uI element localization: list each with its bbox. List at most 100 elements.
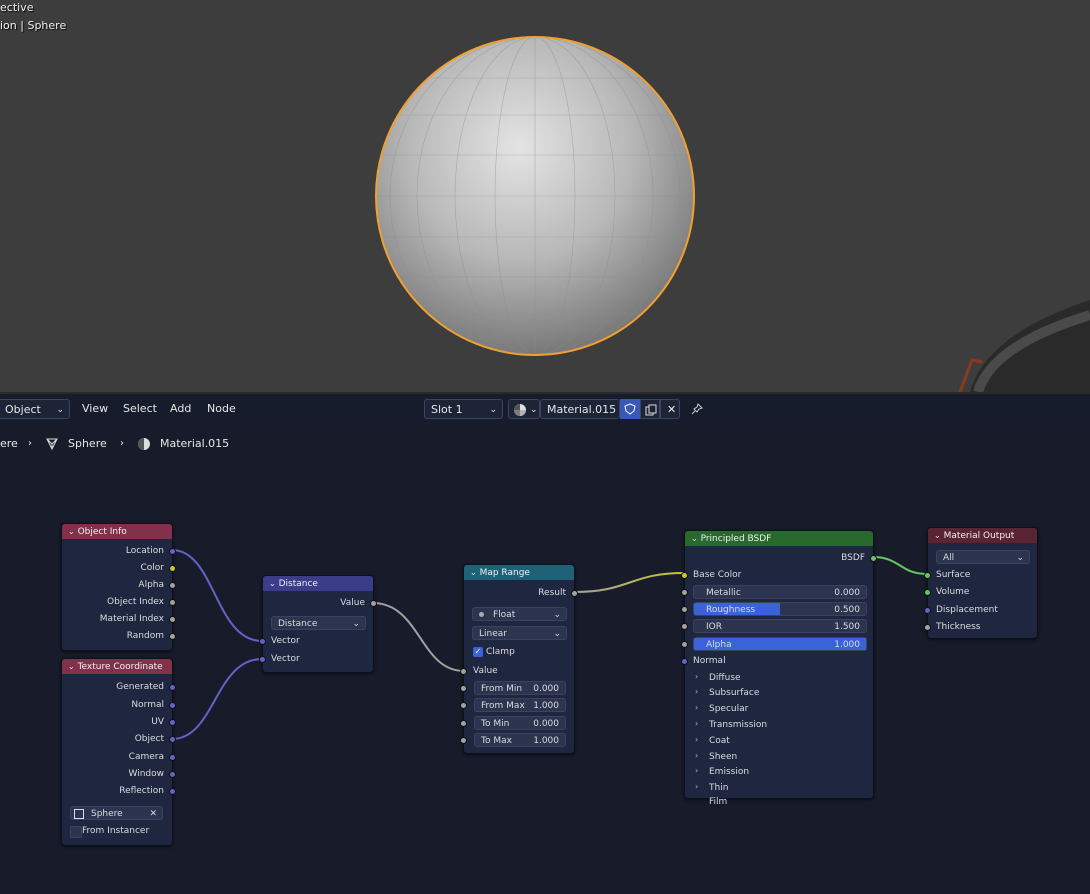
operation-label: Distance bbox=[278, 619, 318, 629]
socket-color[interactable] bbox=[169, 565, 176, 572]
slot-dropdown[interactable]: Slot 1 ⌄ bbox=[424, 399, 503, 419]
node-header[interactable]: ⌄ Principled BSDF bbox=[685, 531, 873, 546]
socket-camera[interactable] bbox=[169, 754, 176, 761]
node-distance[interactable]: ⌄ Distance Value Distance ⌄ Vector Vecto… bbox=[259, 575, 377, 673]
socket-bsdf[interactable] bbox=[870, 555, 877, 562]
socket-vector-b[interactable] bbox=[259, 656, 266, 663]
socket-from-min[interactable] bbox=[460, 685, 467, 692]
node-map-range[interactable]: ⌄ Map Range Result Float ⌄ Linear ⌄ ✓ Cl… bbox=[460, 564, 578, 754]
output-camera: Camera bbox=[128, 752, 164, 762]
shield-icon bbox=[624, 403, 636, 415]
node-object-info[interactable]: ⌄ Object Info Location Color Alpha Objec… bbox=[61, 523, 176, 651]
socket-normal[interactable] bbox=[681, 658, 688, 665]
new-material-button[interactable] bbox=[640, 399, 660, 419]
menu-select[interactable]: Select bbox=[123, 399, 157, 419]
from-instancer-checkbox[interactable] bbox=[70, 826, 82, 838]
socket-reflection[interactable] bbox=[169, 788, 176, 795]
ior-field[interactable]: IOR 1.500 bbox=[693, 619, 867, 633]
to-max-field[interactable]: To Max 1.000 bbox=[474, 733, 566, 747]
mode-dropdown[interactable]: Object ⌄ bbox=[0, 399, 70, 419]
node-header[interactable]: ⌄ Distance bbox=[263, 576, 373, 591]
interpolation-dropdown[interactable]: Linear ⌄ bbox=[472, 626, 567, 640]
metallic-label: Metallic bbox=[706, 588, 741, 598]
data-type-dropdown[interactable]: Float ⌄ bbox=[472, 607, 567, 621]
chevron-right-icon: › bbox=[695, 687, 699, 696]
3d-viewport[interactable]: ective ion | Sphere bbox=[0, 0, 1090, 392]
chevron-down-icon: ⌄ bbox=[470, 568, 477, 577]
object-field[interactable]: Sphere ✕ bbox=[70, 806, 163, 820]
socket-object[interactable] bbox=[169, 736, 176, 743]
node-header[interactable]: ⌄ Object Info bbox=[62, 524, 172, 539]
link-value-value bbox=[372, 602, 465, 672]
from-min-field[interactable]: From Min 0.000 bbox=[474, 681, 566, 695]
socket-window[interactable] bbox=[169, 771, 176, 778]
socket-base-color[interactable] bbox=[681, 572, 688, 579]
metallic-field[interactable]: Metallic 0.000 bbox=[693, 585, 867, 599]
node-graph[interactable]: ⌄ Object Info Location Color Alpha Objec… bbox=[0, 454, 1090, 894]
socket-object-index[interactable] bbox=[169, 599, 176, 606]
socket-result[interactable] bbox=[571, 590, 578, 597]
roughness-field[interactable]: Roughness 0.500 bbox=[693, 602, 867, 616]
node-texture-coordinate[interactable]: ⌄ Texture Coordinate Generated Normal UV… bbox=[61, 658, 176, 846]
socket-uv[interactable] bbox=[169, 719, 176, 726]
node-header[interactable]: ⌄ Material Output bbox=[928, 528, 1037, 543]
socket-ior[interactable] bbox=[681, 623, 688, 630]
input-normal: Normal bbox=[693, 656, 726, 666]
from-max-value: 1.000 bbox=[533, 701, 559, 711]
socket-roughness[interactable] bbox=[681, 606, 688, 613]
to-min-field[interactable]: To Min 0.000 bbox=[474, 716, 566, 730]
material-browse-button[interactable]: ⌄ bbox=[508, 399, 540, 419]
pin-button[interactable] bbox=[688, 399, 706, 419]
chevron-right-icon: › bbox=[695, 766, 699, 775]
socket-metallic[interactable] bbox=[681, 589, 688, 596]
socket-surface[interactable] bbox=[924, 572, 931, 579]
panel-label: Emission bbox=[709, 767, 750, 777]
node-header[interactable]: ⌄ Map Range bbox=[464, 565, 574, 580]
socket-location[interactable] bbox=[169, 548, 176, 555]
node-header[interactable]: ⌄ Texture Coordinate bbox=[62, 659, 172, 674]
chevron-down-icon: ⌄ bbox=[489, 405, 497, 415]
from-max-field[interactable]: From Max 1.000 bbox=[474, 698, 566, 712]
socket-displacement[interactable] bbox=[924, 607, 931, 614]
socket-from-max[interactable] bbox=[460, 702, 467, 709]
socket-alpha[interactable] bbox=[169, 582, 176, 589]
chevron-down-icon: ⌄ bbox=[934, 531, 941, 540]
node-material-output[interactable]: ⌄ Material Output All ⌄ Surface Volume D… bbox=[924, 527, 1038, 639]
menu-add[interactable]: Add bbox=[170, 399, 191, 419]
alpha-value: 1.000 bbox=[834, 640, 860, 650]
socket-value[interactable] bbox=[370, 600, 377, 607]
socket-value[interactable] bbox=[460, 668, 467, 675]
socket-vector-a[interactable] bbox=[259, 638, 266, 645]
clamp-checkbox[interactable]: ✓ bbox=[473, 647, 483, 657]
fake-user-button[interactable] bbox=[620, 399, 640, 419]
material-name-field[interactable]: Material.015 bbox=[540, 399, 620, 419]
menu-node[interactable]: Node bbox=[207, 399, 236, 419]
socket-material-index[interactable] bbox=[169, 616, 176, 623]
menu-view[interactable]: View bbox=[82, 399, 108, 419]
link-result-basecolor bbox=[573, 572, 685, 593]
panel-label: Diffuse bbox=[709, 673, 741, 683]
socket-generated[interactable] bbox=[169, 684, 176, 691]
alpha-label: Alpha bbox=[706, 640, 732, 650]
output-uv: UV bbox=[151, 717, 164, 727]
socket-thickness[interactable] bbox=[924, 624, 931, 631]
unlink-material-button[interactable]: ✕ bbox=[660, 399, 680, 419]
socket-to-min[interactable] bbox=[460, 720, 467, 727]
breadcrumb-material: Material.015 bbox=[160, 437, 230, 450]
alpha-field[interactable]: Alpha 1.000 bbox=[693, 637, 867, 651]
node-principled-bsdf[interactable]: ⌄ Principled BSDF BSDF Base Color Metall… bbox=[681, 530, 877, 807]
operation-dropdown[interactable]: Distance ⌄ bbox=[271, 616, 366, 630]
clamp-label: Clamp bbox=[486, 647, 515, 657]
chevron-right-icon: › bbox=[28, 438, 32, 449]
socket-to-max[interactable] bbox=[460, 737, 467, 744]
output-value: Value bbox=[340, 598, 365, 608]
socket-random[interactable] bbox=[169, 633, 176, 640]
socket-volume[interactable] bbox=[924, 589, 931, 596]
socket-normal[interactable] bbox=[169, 702, 176, 709]
socket-alpha[interactable] bbox=[681, 641, 688, 648]
duplicate-icon bbox=[645, 404, 657, 416]
target-dropdown[interactable]: All ⌄ bbox=[936, 550, 1030, 564]
output-reflection: Reflection bbox=[119, 786, 164, 796]
mesh-icon bbox=[46, 438, 58, 451]
roughness-value: 0.500 bbox=[834, 605, 860, 615]
